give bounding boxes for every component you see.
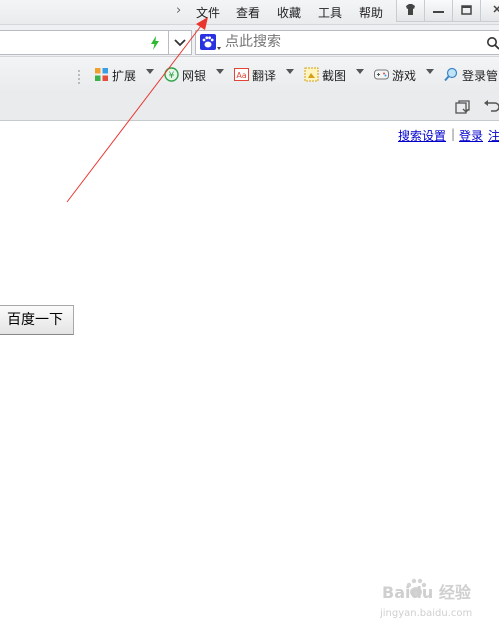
watermark-text: Baidu 经验 xyxy=(382,583,472,602)
annotation-arrow xyxy=(66,17,208,203)
watermark: Baidu 经验 jingyan.baidu.com xyxy=(379,576,495,620)
watermark-url: jingyan.baidu.com xyxy=(380,608,472,619)
baidu-paw-logo-icon: Baidu 经验 jingyan.baidu.com xyxy=(379,578,472,619)
